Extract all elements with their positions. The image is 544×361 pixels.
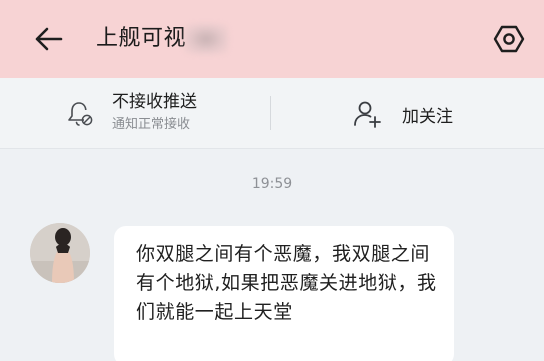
message-timestamp: 19:59: [251, 176, 293, 192]
avatar[interactable]: [30, 223, 90, 283]
header-bar: 上舰可视: [0, 0, 544, 78]
user-plus-icon: [354, 101, 381, 128]
action-bar: 不接收推送 通知正常接收 加关注: [0, 78, 544, 149]
title-blur-overlay: [184, 24, 228, 54]
notification-toggle[interactable]: 不接收推送 通知正常接收: [62, 88, 262, 140]
arrow-left-icon: [35, 27, 63, 51]
page-title: 上舰可视: [96, 26, 187, 51]
chat-screen: 上舰可视 不接收推送 通知正常接收 加关注 19:59 你双腿之间有个恶魔，我双…: [0, 0, 544, 361]
message-bubble[interactable]: 你双腿之间有个恶魔，我双腿之间有个地狱,如果把恶魔关进地狱，我们就能一起上天堂: [114, 226, 454, 361]
divider: [270, 96, 271, 130]
back-button[interactable]: [30, 22, 66, 56]
bell-off-icon: [68, 102, 93, 126]
follow-label: 加关注: [402, 106, 453, 127]
avatar-image: [30, 223, 90, 283]
message-text: 你双腿之间有个恶魔，我双腿之间有个地狱,如果把恶魔关进地狱，我们就能一起上天堂: [136, 243, 437, 323]
follow-button[interactable]: 加关注: [352, 96, 482, 132]
notification-title: 不接收推送: [112, 92, 197, 112]
hexagon-settings-icon: [493, 25, 525, 53]
settings-button[interactable]: [490, 22, 528, 56]
notification-subtitle: 通知正常接收: [112, 117, 191, 132]
